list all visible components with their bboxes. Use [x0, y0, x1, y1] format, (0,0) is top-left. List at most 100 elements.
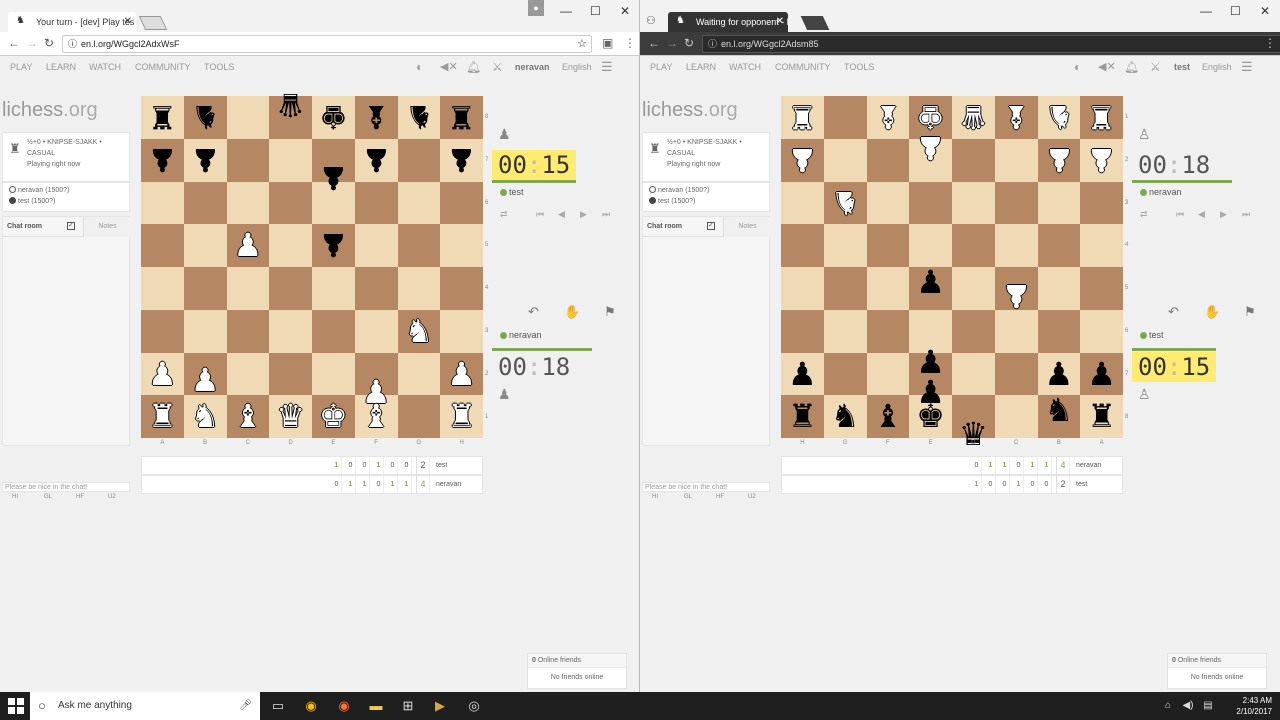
- black-rook-piece-icon[interactable]: ♜: [1080, 395, 1123, 437]
- nav-watch[interactable]: WATCH: [729, 62, 761, 72]
- board-square[interactable]: [994, 181, 1038, 225]
- board-square[interactable]: [183, 309, 227, 353]
- white-pawn-piece-icon[interactable]: ♟: [141, 353, 184, 395]
- white-queen-piece-icon[interactable]: ♛: [269, 395, 312, 437]
- player-name[interactable]: neravan: [500, 330, 542, 340]
- board-square[interactable]: [823, 267, 867, 310]
- browser-tab[interactable]: ♞ Your turn - [dev] Play tes ✕: [8, 12, 136, 32]
- theme-icon[interactable]: ◐: [416, 60, 423, 74]
- black-pawn-piece-icon[interactable]: ♟: [440, 139, 483, 181]
- board-square[interactable]: [269, 352, 312, 396]
- hamburger-menu-icon[interactable]: ☰: [1241, 59, 1253, 75]
- nav-play[interactable]: PLAY: [650, 62, 672, 72]
- board-square[interactable]: [1080, 309, 1123, 353]
- board-square[interactable]: [226, 96, 270, 139]
- notes-tab[interactable]: Notes: [83, 217, 131, 237]
- board-square[interactable]: [141, 309, 184, 353]
- white-rook-piece-icon[interactable]: ♜: [1080, 96, 1123, 138]
- board-square[interactable]: [440, 267, 483, 310]
- board-square[interactable]: [269, 224, 312, 267]
- takeback-icon[interactable]: ↶: [1168, 304, 1179, 320]
- board-square[interactable]: [397, 181, 441, 225]
- username-link[interactable]: test: [1174, 62, 1190, 72]
- board-square[interactable]: [866, 309, 910, 353]
- chess-board[interactable]: ♜ ♝ ♚ ♛ ♝ ♞ ♜ ♟ ♟ ♟ ♟ ♞ ♟ ♟ ♟ ♟ ♟ ♟ ♟ ♜ ♞ ♝ ♚ ♛ ♞ ♜: [781, 96, 1123, 453]
- board-square[interactable]: [823, 224, 867, 267]
- board-square[interactable]: [1037, 181, 1081, 225]
- browser-tab[interactable]: ♞ Waiting for opponent - l ✕: [668, 12, 788, 32]
- bookmark-star-icon[interactable]: ☆: [577, 36, 587, 52]
- resign-flag-icon[interactable]: ⚑: [604, 304, 616, 320]
- url-field[interactable]: ⓘ en.l.org/WGgcl2Adsm85 ☆: [702, 35, 1280, 53]
- lichess-logo[interactable]: lichess.org: [2, 99, 98, 122]
- board-square[interactable]: [312, 309, 355, 353]
- theme-icon[interactable]: ◐: [1074, 60, 1081, 74]
- file-explorer-icon[interactable]: ▬: [368, 698, 384, 714]
- black-knight-piece-icon[interactable]: ♞: [824, 395, 867, 437]
- black-pawn-piece-icon[interactable]: ♟: [1038, 353, 1081, 395]
- sound-icon[interactable]: ◀✕: [1098, 60, 1116, 73]
- black-pawn-piece-icon[interactable]: ♟: [909, 261, 952, 303]
- player-white[interactable]: neravan (1500?): [658, 187, 709, 194]
- media-icon[interactable]: ▶: [432, 698, 448, 714]
- board-square[interactable]: [1037, 309, 1081, 353]
- chat-toggle-checkbox[interactable]: ✓: [707, 222, 715, 230]
- challenges-icon[interactable]: ⚔: [492, 60, 503, 74]
- chat-input[interactable]: Please be nice in the chat!: [642, 482, 770, 492]
- board-square[interactable]: [141, 224, 184, 267]
- notifications-icon[interactable]: 🔔︎: [1124, 60, 1139, 74]
- windows-start-icon[interactable]: [8, 698, 24, 714]
- reload-icon[interactable]: ↻: [684, 36, 694, 50]
- board-square[interactable]: [269, 138, 312, 182]
- reload-icon[interactable]: ↻: [44, 36, 54, 50]
- board-square[interactable]: [1037, 267, 1081, 310]
- nav-play[interactable]: PLAY: [10, 62, 32, 72]
- board-square[interactable]: [781, 267, 824, 310]
- minimize-icon[interactable]: —: [1200, 0, 1212, 22]
- back-icon[interactable]: ←: [648, 36, 660, 50]
- board-square[interactable]: [994, 224, 1038, 267]
- black-rook-piece-icon[interactable]: ♜: [781, 395, 824, 437]
- network-icon[interactable]: ⌂: [1160, 698, 1176, 714]
- board-square[interactable]: [226, 352, 270, 396]
- minimize-icon[interactable]: —: [560, 0, 572, 22]
- white-pawn-piece-icon[interactable]: ♟: [227, 224, 270, 266]
- board-square[interactable]: [866, 138, 910, 182]
- black-rook-piece-icon[interactable]: ♜: [141, 96, 184, 138]
- player-white[interactable]: neravan (1500?): [18, 187, 69, 194]
- black-pawn-piece-icon[interactable]: ♟: [184, 139, 227, 181]
- page-info-icon[interactable]: ⓘ: [708, 36, 717, 52]
- prev-move-icon[interactable]: ◀: [1198, 209, 1205, 220]
- white-pawn-piece-icon[interactable]: ♟: [909, 127, 952, 169]
- black-knight-piece-icon[interactable]: ♞: [184, 96, 227, 138]
- white-knight-piece-icon[interactable]: ♞: [398, 310, 441, 352]
- board-square[interactable]: [141, 267, 184, 310]
- first-move-icon[interactable]: ⏮: [536, 209, 544, 220]
- hamburger-menu-icon[interactable]: ☰: [601, 59, 613, 75]
- last-move-icon[interactable]: ⏭: [602, 209, 610, 220]
- preset-hf[interactable]: HF: [76, 494, 84, 500]
- username-link[interactable]: neravan: [515, 62, 550, 72]
- microphone-icon[interactable]: 🎤︎: [239, 692, 252, 720]
- sound-icon[interactable]: ◀✕: [440, 60, 458, 73]
- black-bishop-piece-icon[interactable]: ♝: [867, 395, 910, 437]
- next-move-icon[interactable]: ▶: [1220, 209, 1227, 220]
- offer-draw-icon[interactable]: ✋: [564, 304, 580, 320]
- board-square[interactable]: [226, 267, 270, 310]
- board-square[interactable]: [781, 181, 824, 225]
- preset-gl[interactable]: GL: [44, 494, 52, 500]
- chrome-menu-icon[interactable]: ⋮: [624, 36, 636, 50]
- white-rook-piece-icon[interactable]: ♜: [141, 395, 184, 437]
- board-square[interactable]: [440, 309, 483, 353]
- black-pawn-piece-icon[interactable]: ♟: [312, 224, 355, 266]
- maximize-icon[interactable]: ☐: [590, 0, 601, 22]
- board-square[interactable]: [183, 181, 227, 225]
- white-bishop-piece-icon[interactable]: ♝: [355, 395, 398, 437]
- nav-tools[interactable]: TOOLS: [204, 62, 234, 72]
- board-square[interactable]: [1080, 181, 1123, 225]
- board-square[interactable]: [397, 352, 441, 396]
- board-square[interactable]: [354, 309, 398, 353]
- flip-board-icon[interactable]: ⇄: [1140, 209, 1148, 220]
- app-icon[interactable]: ◎: [466, 698, 482, 714]
- board-square[interactable]: [781, 309, 824, 353]
